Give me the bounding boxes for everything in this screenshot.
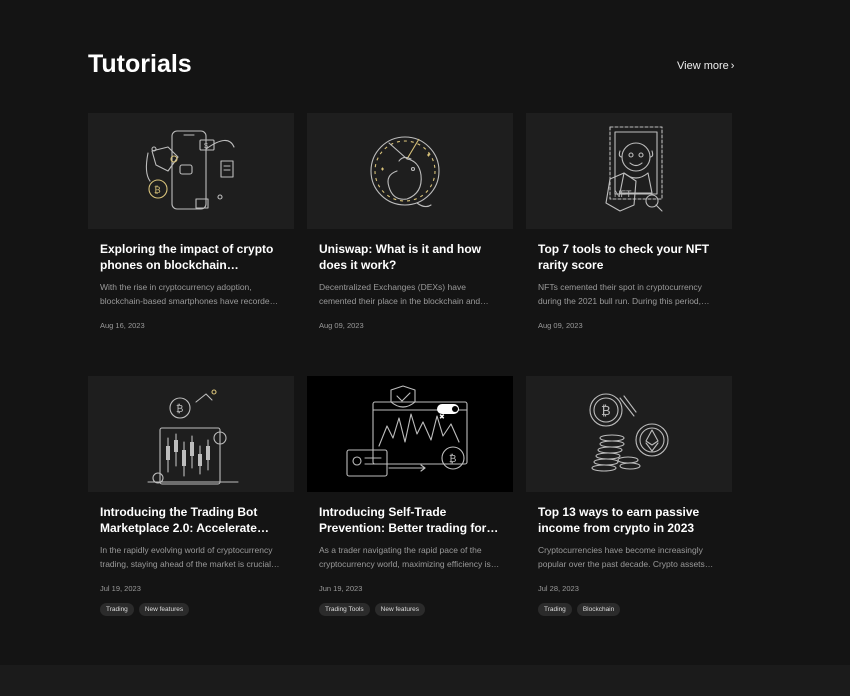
card-description: Decentralized Exchanges (DEXs) have ceme… xyxy=(319,282,481,306)
tutorial-card-uniswap[interactable]: Uniswap: What is it and how does it work… xyxy=(307,113,513,330)
crypto-phone-illustration: $ ₿ xyxy=(145,130,235,210)
footer-band xyxy=(0,665,850,696)
card-description: In the rapidly evolving world of cryptoc… xyxy=(100,545,273,569)
tutorial-card-self-trade-prevention[interactable]: ✖ ₿ Introducing Self-Trade Prevention: B… xyxy=(307,376,513,616)
card-date: Aug 09, 2023 xyxy=(319,321,364,330)
svg-text:₿: ₿ xyxy=(449,453,456,465)
card-title[interactable]: Introducing Self-Trade Prevention: Bette… xyxy=(319,504,501,536)
view-more-link[interactable]: View more › xyxy=(677,60,734,72)
card-thumbnail[interactable]: ₿ xyxy=(526,376,732,492)
tag-list: Trading New features xyxy=(100,603,282,616)
nft-ape-stamp-illustration: NFT xyxy=(605,126,663,212)
chevron-right-icon: › xyxy=(730,60,735,72)
svg-text:✖: ✖ xyxy=(439,414,445,421)
tag[interactable]: New features xyxy=(374,603,425,616)
card-title[interactable]: Uniswap: What is it and how does it work… xyxy=(319,241,501,273)
card-thumbnail[interactable]: ✖ ₿ xyxy=(307,376,513,492)
page-title: Tutorials xyxy=(88,50,192,78)
tutorial-card-trading-bot[interactable]: ₿ Introducing the Trading Bot Marketplac… xyxy=(88,376,294,616)
tag[interactable]: Trading xyxy=(100,603,134,616)
card-thumbnail[interactable]: $ ₿ xyxy=(88,113,294,229)
svg-text:₿: ₿ xyxy=(154,185,161,195)
tutorial-card-nft-rarity[interactable]: NFT Top 7 tools to check your NFT rarity… xyxy=(526,113,732,330)
tag[interactable]: New features xyxy=(138,603,190,616)
svg-text:NFT: NFT xyxy=(614,189,632,199)
svg-text:₿: ₿ xyxy=(601,403,611,418)
self-trade-prevention-illustration: ✖ ₿ xyxy=(346,385,468,477)
card-title[interactable]: Top 7 tools to check your NFT rarity sco… xyxy=(538,241,720,273)
svg-text:₿: ₿ xyxy=(176,403,183,415)
card-title[interactable]: Exploring the impact of crypto phones on… xyxy=(100,241,282,273)
tag-list: Trading Blockchain xyxy=(538,603,720,616)
card-thumbnail[interactable] xyxy=(307,113,513,229)
coin-stacks-illustration: ₿ xyxy=(589,393,669,472)
card-title[interactable]: Introducing the Trading Bot Marketplace … xyxy=(100,504,282,536)
card-description: With the rise in cryptocurrency adoption… xyxy=(100,282,282,306)
card-title[interactable]: Top 13 ways to earn passive income from … xyxy=(538,504,720,536)
trading-bot-chart-illustration: ₿ xyxy=(147,389,239,485)
tag[interactable]: Blockchain xyxy=(576,603,621,616)
unicorn-coin-illustration xyxy=(370,136,440,208)
card-date: Aug 09, 2023 xyxy=(538,321,583,330)
card-date: Jun 19, 2023 xyxy=(319,584,363,593)
card-description: NFTs cemented their spot in cryptocurren… xyxy=(538,282,702,306)
tutorial-card-crypto-phones[interactable]: $ ₿ Exploring the impact of crypto phone… xyxy=(88,113,294,330)
card-date: Jul 19, 2023 xyxy=(100,584,141,593)
card-thumbnail[interactable]: ₿ xyxy=(88,376,294,492)
tag-list: Trading Tools New features xyxy=(319,603,501,616)
view-more-label: View more xyxy=(677,60,729,72)
card-thumbnail[interactable]: NFT xyxy=(526,113,732,229)
card-description: As a trader navigating the rapid pace of… xyxy=(319,545,491,569)
card-date: Aug 16, 2023 xyxy=(100,321,145,330)
card-description: Cryptocurrencies have become increasingl… xyxy=(538,545,705,569)
card-date: Jul 28, 2023 xyxy=(538,584,579,593)
tag[interactable]: Trading xyxy=(538,603,572,616)
tutorial-card-passive-income[interactable]: ₿ Top 13 ways to earn passive income fro… xyxy=(526,376,732,616)
tag[interactable]: Trading Tools xyxy=(319,603,370,616)
